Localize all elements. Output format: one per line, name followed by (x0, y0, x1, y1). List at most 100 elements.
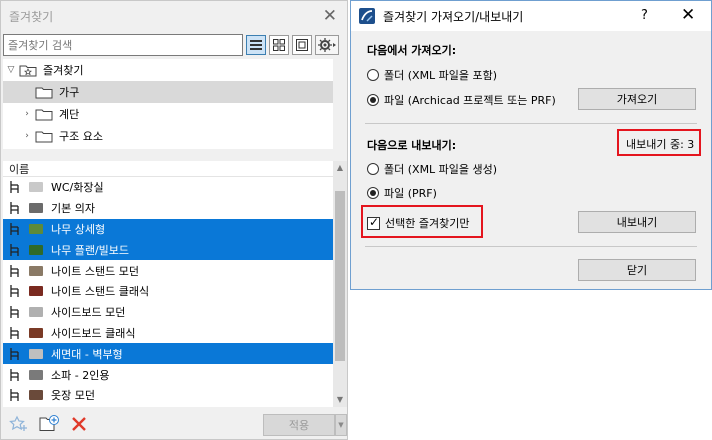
object-type-icon (3, 305, 25, 319)
tree-item-furniture[interactable]: 가구 (3, 81, 333, 103)
export-section-title: 다음으로 내보내기: (367, 139, 457, 152)
object-type-icon (3, 368, 25, 382)
radio-export-folder[interactable] (367, 163, 379, 175)
column-header-name[interactable]: 이름 (3, 161, 333, 177)
scroll-thumb[interactable] (335, 191, 345, 361)
preview-view-button[interactable] (292, 35, 312, 55)
tree-item-label: 구조 요소 (59, 130, 103, 143)
chevron-down-icon[interactable]: ▽ (3, 65, 19, 75)
favorites-titlebar: 즐겨찾기 ✕ (1, 1, 347, 31)
object-thumbnail-icon (29, 203, 43, 214)
new-folder-icon[interactable] (39, 414, 61, 432)
search-row (3, 34, 347, 56)
object-type-icon (3, 222, 25, 236)
search-input[interactable] (3, 34, 243, 56)
scrollbar[interactable]: ▲ ▼ (333, 161, 347, 407)
list-item-label: 나이트 스탠드 클래식 (51, 285, 150, 299)
tree-item-label: 계단 (59, 108, 80, 121)
object-thumbnail-icon (29, 327, 43, 338)
list-item[interactable]: 나무 플랜/빌보드 (3, 239, 333, 261)
import-folder-label: 폴더 (XML 파일을 포함) (384, 69, 498, 82)
list-item-label: 옷장 모던 (51, 389, 95, 403)
selected-only-checkbox[interactable]: ✓ (367, 214, 380, 230)
tree-root-label: 즐겨찾기 (43, 64, 84, 77)
folder-icon (35, 87, 53, 99)
object-thumbnail-icon (29, 223, 43, 234)
object-type-icon (3, 180, 25, 194)
dialog-title: 즐겨찾기 가져오기/내보내기 (383, 9, 524, 24)
object-type-icon (3, 243, 25, 257)
scroll-up-icon[interactable]: ▲ (333, 161, 347, 175)
dialog-close-icon[interactable]: ✕ (681, 5, 695, 25)
list-item[interactable]: 나이트 스탠드 모던 (3, 260, 333, 281)
object-type-icon (3, 326, 25, 340)
object-thumbnail-icon (29, 369, 43, 380)
archicad-app-icon (359, 8, 375, 24)
scroll-down-icon[interactable]: ▼ (333, 393, 347, 407)
import-button[interactable]: 가져오기 (578, 88, 696, 110)
list-item-label: 나무 상세형 (51, 222, 106, 236)
help-button[interactable]: ? (641, 8, 648, 23)
list-item-label: 사이드보드 모던 (51, 306, 126, 320)
close-dialog-button[interactable]: 닫기 (578, 259, 696, 281)
dialog-titlebar: 즐겨찾기 가져오기/내보내기 ? ✕ (351, 1, 711, 31)
apply-dropdown-icon[interactable]: ▼ (335, 414, 347, 436)
chevron-right-icon[interactable]: › (19, 109, 35, 119)
radio-import-file[interactable] (367, 94, 379, 106)
tree-item-structural[interactable]: › 구조 요소 (3, 125, 333, 147)
radio-import-folder[interactable] (367, 69, 379, 81)
preview-view-icon (296, 39, 308, 51)
list-item[interactable]: 나무 상세형 (3, 218, 333, 240)
object-thumbnail-icon (29, 390, 43, 401)
list-item[interactable]: 사이드보드 모던 (3, 302, 333, 323)
object-type-icon (3, 347, 25, 361)
selected-only-option[interactable]: ✓ 선택한 즐겨찾기만 (367, 215, 469, 231)
import-export-dialog: 즐겨찾기 가져오기/내보내기 ? ✕ 다음에서 가져오기: 폴더 (XML 파일… (350, 0, 712, 290)
list-item-label: 소파 - 2인용 (51, 368, 110, 382)
tree-item-label: 가구 (59, 86, 80, 99)
object-type-icon (3, 201, 25, 215)
tree-item-stairs[interactable]: › 계단 (3, 103, 333, 125)
delete-icon[interactable] (71, 416, 87, 432)
list-item[interactable]: 사이드보드 클래식 (3, 323, 333, 344)
settings-button[interactable] (315, 35, 339, 55)
list-item[interactable]: WC/화장실 (3, 177, 333, 198)
apply-button[interactable]: 적용 (263, 414, 335, 436)
import-file-option[interactable]: 파일 (Archicad 프로젝트 또는 PRF) (367, 92, 556, 108)
list-item-label: 나이트 스탠드 모던 (51, 264, 139, 278)
list-item[interactable]: 나이트 스탠드 클래식 (3, 281, 333, 302)
list-item[interactable]: 기본 의자 (3, 198, 333, 219)
close-icon[interactable]: ✕ (323, 7, 337, 25)
object-type-icon (3, 284, 25, 298)
list-item[interactable]: 소파 - 2인용 (3, 364, 333, 385)
folder-icon (35, 131, 53, 143)
object-thumbnail-icon (29, 244, 43, 255)
list-item-label: WC/화장실 (51, 181, 104, 195)
grid-view-icon (273, 39, 285, 51)
object-thumbnail-icon (29, 307, 43, 318)
add-favorite-icon[interactable] (9, 415, 29, 433)
divider (365, 123, 697, 124)
radio-export-file[interactable] (367, 187, 379, 199)
tree-root[interactable]: ▽ 즐겨찾기 (3, 59, 333, 81)
grid-view-button[interactable] (269, 35, 289, 55)
export-count-label: 내보내기 중: 3 (626, 138, 695, 151)
object-thumbnail-icon (29, 265, 43, 276)
list-view-button[interactable] (246, 35, 266, 55)
list-item-label: 나무 플랜/빌보드 (51, 243, 130, 257)
export-button[interactable]: 내보내기 (578, 211, 696, 233)
export-folder-option[interactable]: 폴더 (XML 파일을 생성) (367, 161, 497, 177)
selected-only-label: 선택한 즐겨찾기만 (385, 217, 470, 230)
import-section-title: 다음에서 가져오기: (367, 44, 457, 57)
list-item[interactable]: 세면대 - 벽부형 (3, 343, 333, 365)
chevron-right-icon[interactable]: › (19, 131, 35, 141)
export-file-option[interactable]: 파일 (PRF) (367, 185, 437, 201)
divider (365, 246, 697, 247)
list-item[interactable]: 옷장 모던 (3, 385, 333, 406)
list-item-label: 사이드보드 클래식 (51, 326, 136, 340)
export-folder-label: 폴더 (XML 파일을 생성) (384, 163, 498, 176)
object-thumbnail-icon (29, 286, 43, 297)
import-folder-option[interactable]: 폴더 (XML 파일을 포함) (367, 67, 497, 83)
list-item-label: 기본 의자 (51, 202, 95, 216)
checkmark-icon: ✓ (369, 214, 380, 229)
